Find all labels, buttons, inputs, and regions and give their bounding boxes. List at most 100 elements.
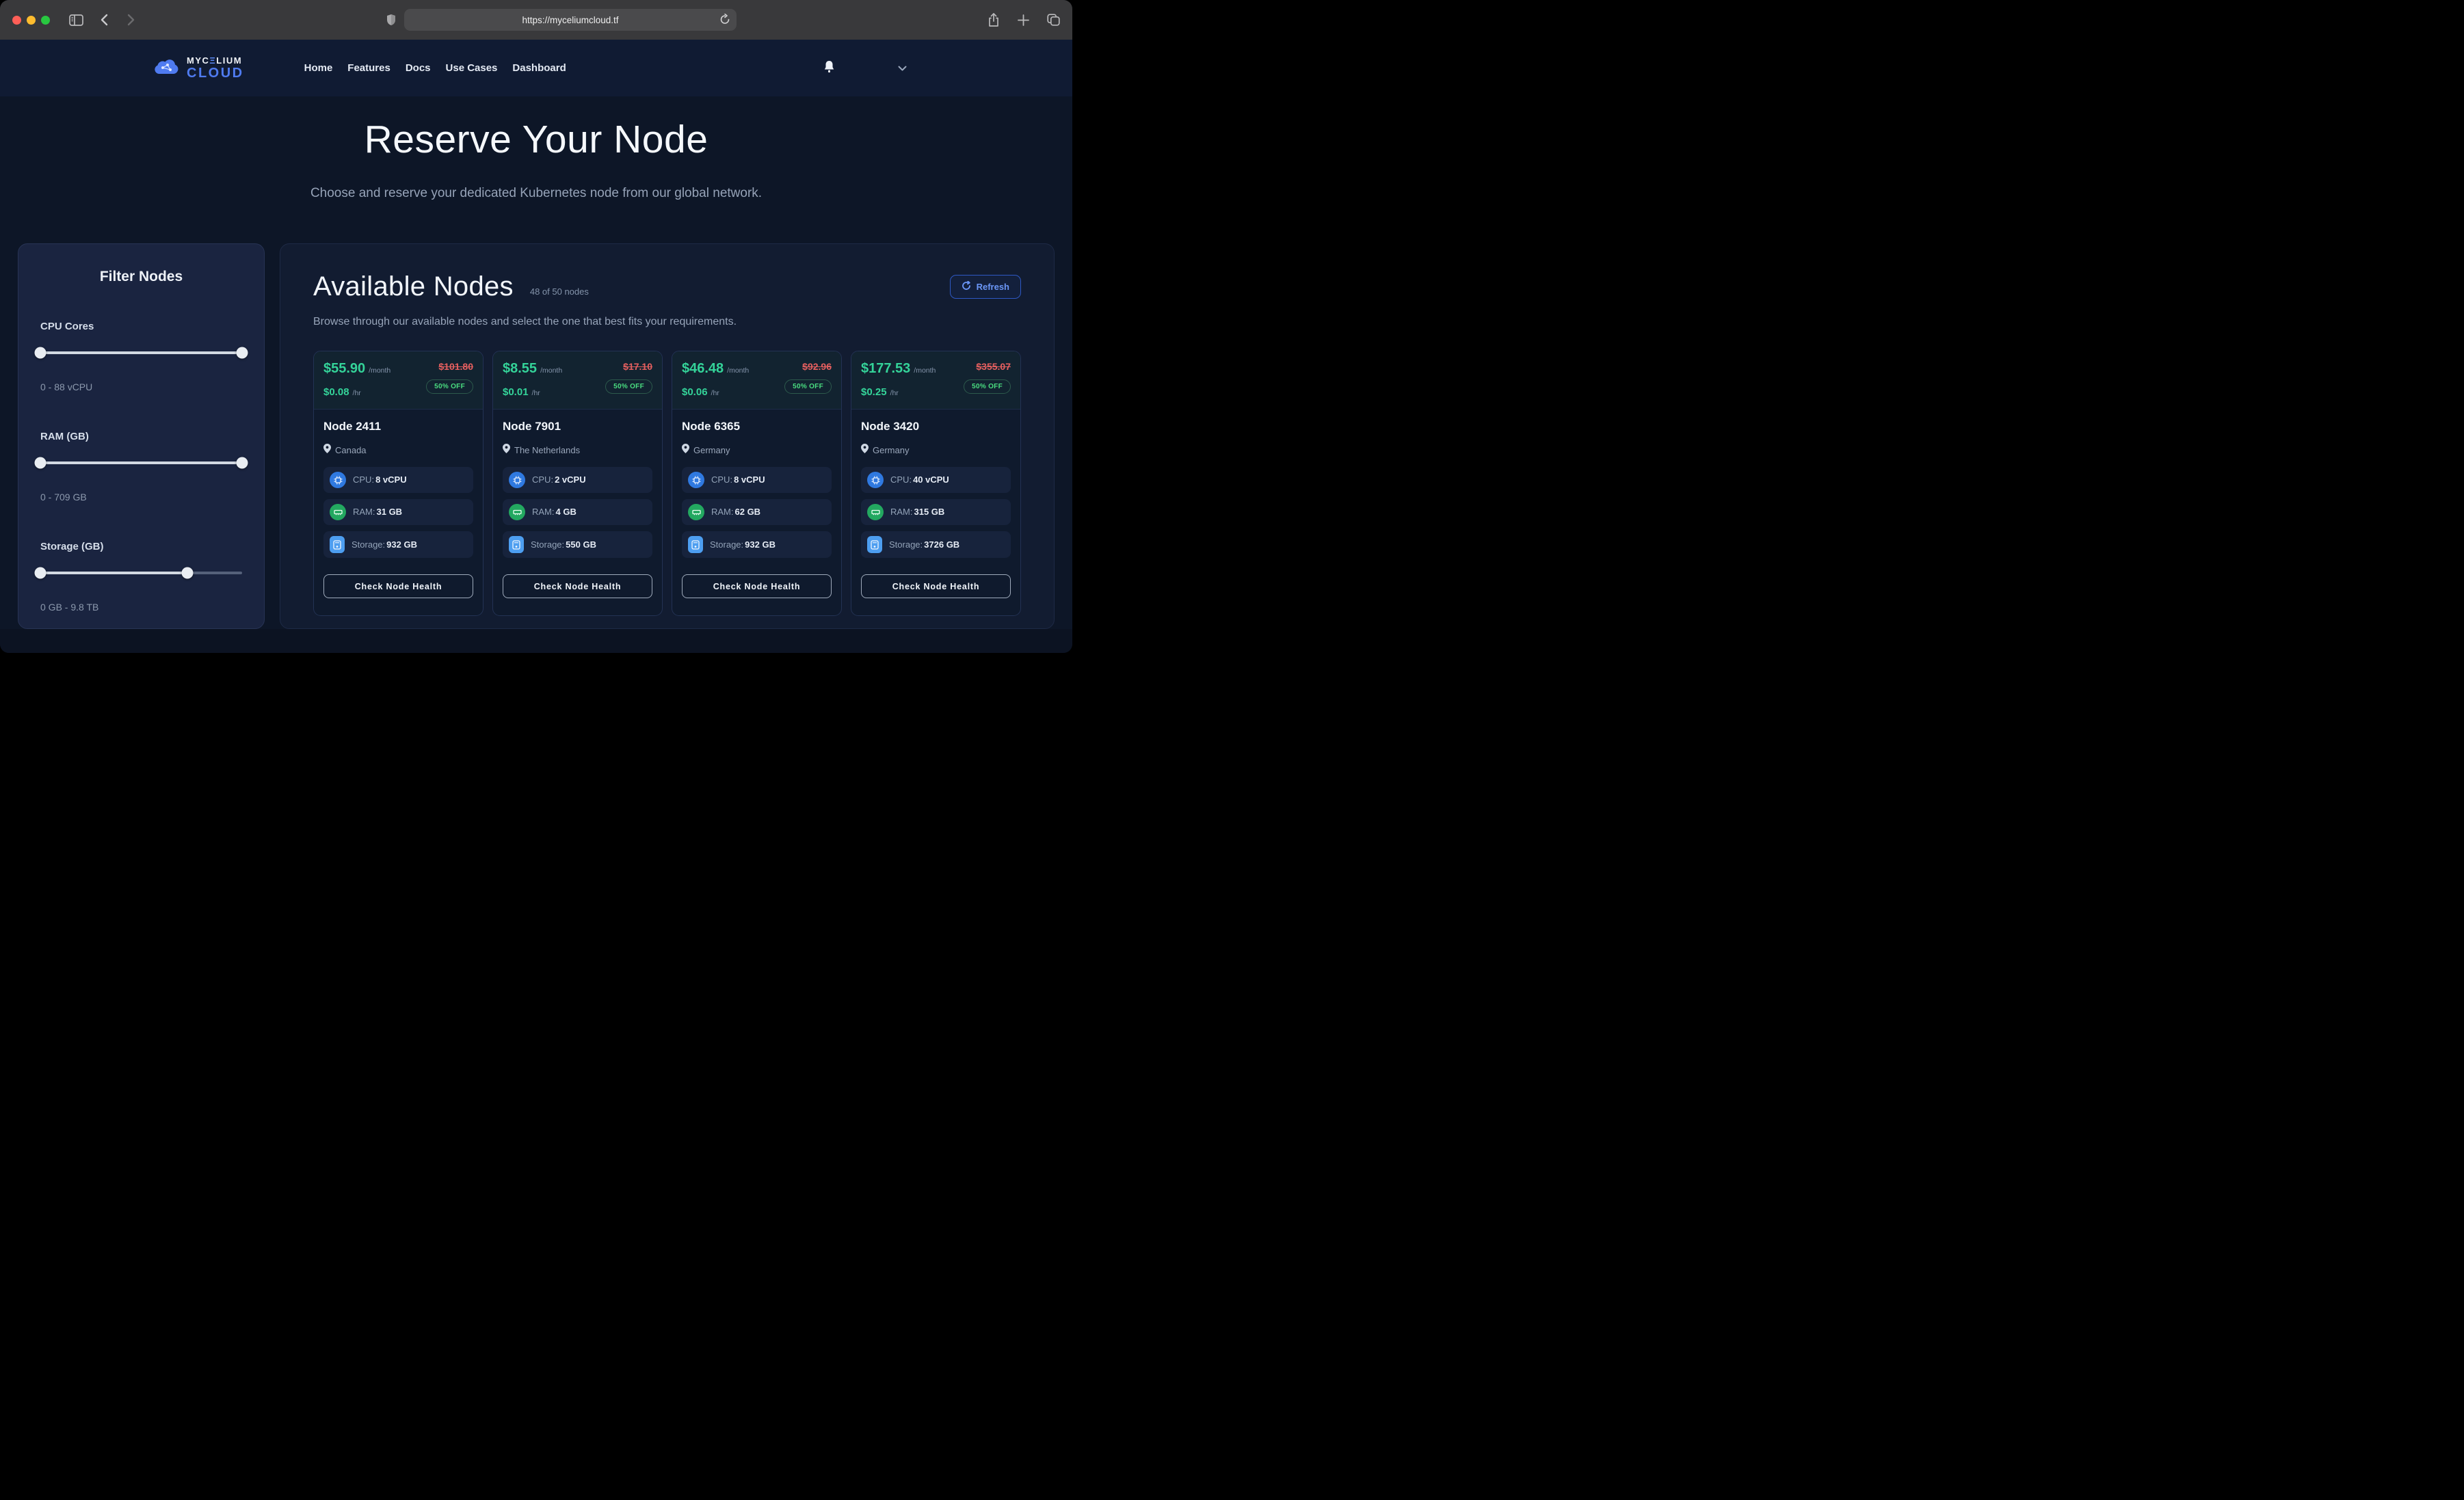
nav-link-home[interactable]: Home — [304, 62, 333, 74]
site-navbar: MYCΞLIUM CLOUD Home Features Docs Use Ca… — [0, 40, 1072, 96]
ram-spec-row: RAM:315 GB — [861, 499, 1011, 525]
node-card[interactable]: $46.48/month $0.06/hr $92.96 50% OFF Nod… — [672, 351, 842, 616]
ram-value: 4 GB — [556, 507, 577, 517]
forward-icon[interactable] — [127, 14, 135, 26]
refresh-icon — [962, 281, 971, 293]
account-chevron-down-icon[interactable] — [898, 63, 907, 73]
panel-header: Available Nodes 48 of 50 nodes Refresh — [313, 271, 1021, 302]
ram-label: RAM: — [890, 507, 913, 517]
back-icon[interactable] — [100, 14, 108, 26]
close-window-button[interactable] — [12, 16, 21, 25]
ram-range-slider[interactable] — [40, 457, 242, 468]
new-tab-icon[interactable] — [1018, 14, 1029, 26]
panel-subtitle: Browse through our available nodes and s… — [313, 316, 1021, 328]
cpu-spec-row: CPU:8 vCPU — [323, 467, 473, 493]
cpu-filter-label: CPU Cores — [40, 321, 242, 332]
location-text: Germany — [873, 445, 909, 455]
storage-icon — [509, 536, 524, 553]
storage-range-slider[interactable] — [40, 567, 242, 578]
ram-icon — [330, 504, 346, 520]
ram-filter-label: RAM (GB) — [40, 431, 242, 442]
storage-label: Storage: — [352, 539, 385, 550]
check-node-health-button[interactable]: Check Node Health — [503, 574, 652, 598]
url-bar[interactable]: https://myceliumcloud.tf — [404, 9, 737, 31]
cpu-spec-row: CPU:8 vCPU — [682, 467, 832, 493]
discount-badge: 50% OFF — [605, 379, 652, 394]
storage-label: Storage: — [889, 539, 923, 550]
node-location: The Netherlands — [503, 444, 652, 457]
hourly-price: $0.08 — [323, 386, 349, 398]
screenshot-stage: https://myceliumcloud.tf — [0, 0, 1072, 653]
ram-slider-min-handle[interactable] — [35, 457, 47, 469]
check-node-health-button[interactable]: Check Node Health — [323, 574, 473, 598]
discount-badge: 50% OFF — [426, 379, 473, 394]
zoom-window-button[interactable] — [41, 16, 50, 25]
browser-window: https://myceliumcloud.tf — [0, 0, 1072, 653]
logo-wordmark: MYCΞLIUM CLOUD — [187, 56, 244, 80]
ram-slider-max-handle[interactable] — [237, 457, 248, 469]
node-card[interactable]: $55.90/month $0.08/hr $101.80 50% OFF No… — [313, 351, 483, 616]
node-name: Node 2411 — [323, 420, 473, 433]
check-node-health-button[interactable]: Check Node Health — [861, 574, 1011, 598]
node-location: Canada — [323, 444, 473, 457]
spec-list: CPU:2 vCPU RAM:4 GB Storage:550 GB — [503, 467, 652, 558]
ram-value: 315 GB — [914, 507, 945, 517]
node-card-body: Node 2411 Canada CPU:8 vCPU — [314, 410, 483, 615]
logo-line-mycelium: MYCΞLIUM — [187, 56, 244, 65]
refresh-button[interactable]: Refresh — [950, 275, 1021, 299]
original-price: $92.96 — [802, 361, 832, 372]
storage-spec-row: Storage:932 GB — [682, 531, 832, 558]
node-name: Node 3420 — [861, 420, 1011, 433]
refresh-button-label: Refresh — [977, 282, 1009, 292]
storage-value: 3726 GB — [924, 539, 959, 550]
nav-links: Home Features Docs Use Cases Dashboard — [304, 62, 566, 74]
storage-slider-min-handle[interactable] — [35, 567, 47, 579]
browser-toolbar: https://myceliumcloud.tf — [0, 0, 1072, 40]
storage-value: 932 GB — [386, 539, 417, 550]
cpu-slider-min-handle[interactable] — [35, 347, 47, 359]
node-count-badge: 48 of 50 nodes — [530, 286, 589, 297]
cpu-range-slider[interactable] — [40, 347, 242, 358]
bell-icon[interactable] — [823, 60, 835, 76]
price-header: $177.53/month $0.25/hr $355.07 50% OFF — [851, 351, 1020, 410]
filter-group-storage: Storage (GB) 0 GB - 9.8 TB — [40, 541, 242, 613]
minimize-window-button[interactable] — [27, 16, 36, 25]
node-cards-grid: $55.90/month $0.08/hr $101.80 50% OFF No… — [313, 351, 1021, 616]
nav-link-features[interactable]: Features — [347, 62, 390, 74]
location-text: Germany — [693, 445, 730, 455]
mycelium-cloud-logo[interactable]: MYCΞLIUM CLOUD — [152, 55, 244, 81]
reload-icon[interactable] — [719, 14, 730, 29]
content-row: Filter Nodes CPU Cores 0 - 88 vCPU RAM (… — [0, 243, 1072, 629]
per-hour-label: /hr — [353, 389, 361, 397]
slider-fill — [40, 351, 242, 354]
check-node-health-button[interactable]: Check Node Health — [682, 574, 832, 598]
original-price: $355.07 — [976, 361, 1011, 372]
sidebar-toggle-icon[interactable] — [69, 14, 83, 26]
storage-icon — [867, 536, 882, 553]
storage-label: Storage: — [710, 539, 743, 550]
node-card-body: Node 6365 Germany CPU:8 vCPU — [672, 410, 841, 615]
storage-spec-row: Storage:550 GB — [503, 531, 652, 558]
nav-link-use-cases[interactable]: Use Cases — [446, 62, 498, 74]
cloud-logo-icon — [152, 55, 181, 81]
node-card[interactable]: $8.55/month $0.01/hr $17.10 50% OFF Node… — [492, 351, 663, 616]
share-icon[interactable] — [988, 13, 1000, 27]
cpu-icon — [509, 472, 525, 488]
cpu-spec-row: CPU:40 vCPU — [861, 467, 1011, 493]
cpu-slider-max-handle[interactable] — [237, 347, 248, 359]
cpu-icon — [867, 472, 884, 488]
shield-icon[interactable] — [386, 14, 396, 26]
ram-icon — [688, 504, 704, 520]
window-bottom-edge — [0, 629, 1072, 653]
original-price: $101.80 — [438, 361, 473, 372]
tab-overview-icon[interactable] — [1047, 14, 1060, 26]
node-card[interactable]: $177.53/month $0.25/hr $355.07 50% OFF N… — [851, 351, 1021, 616]
cpu-value: 8 vCPU — [375, 474, 407, 485]
nav-link-docs[interactable]: Docs — [406, 62, 431, 74]
storage-slider-max-handle[interactable] — [182, 567, 194, 579]
node-card-body: Node 7901 The Netherlands CPU:2 vCPU — [493, 410, 662, 615]
nav-link-dashboard[interactable]: Dashboard — [512, 62, 566, 74]
slider-fill — [40, 572, 187, 574]
node-location: Germany — [682, 444, 832, 457]
panel-title: Available Nodes — [313, 271, 514, 302]
